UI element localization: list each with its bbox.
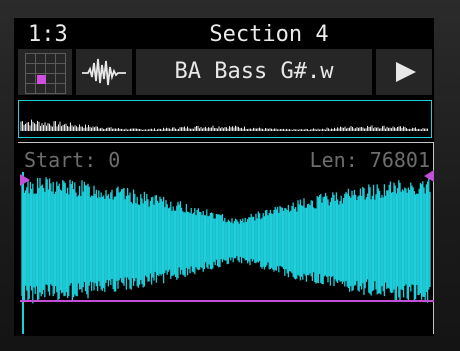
pad-cell: [55, 83, 66, 94]
loop-baseline: [20, 300, 434, 302]
section-title: Section 4: [209, 22, 329, 47]
header-bar: 1:3 Section 4: [14, 18, 434, 48]
sample-file-name: BA Bass G#.w: [174, 59, 334, 84]
play-button[interactable]: [376, 49, 432, 95]
device-screen: 1:3 Section 4 BA Bass G#.w Start: 0 Len:…: [14, 18, 434, 336]
start-label: Start: 0: [24, 148, 121, 172]
pattern-position: 1:3: [28, 22, 68, 47]
start-marker[interactable]: [20, 174, 30, 186]
length-label: Len: 76801: [309, 148, 430, 172]
pad-grid-button[interactable]: [18, 49, 72, 95]
sample-file-button[interactable]: BA Bass G#.w: [136, 49, 372, 95]
main-waveform[interactable]: [18, 170, 434, 310]
waveform-overview[interactable]: [18, 100, 432, 138]
end-marker[interactable]: [424, 170, 434, 182]
selected-pad: [37, 75, 46, 84]
waveform-icon: [82, 58, 126, 86]
waveform-button[interactable]: [76, 49, 132, 95]
toolbar: BA Bass G#.w: [18, 49, 432, 95]
play-icon: [396, 62, 416, 82]
overview-waveform: [20, 119, 428, 131]
playhead-line[interactable]: [22, 172, 24, 334]
